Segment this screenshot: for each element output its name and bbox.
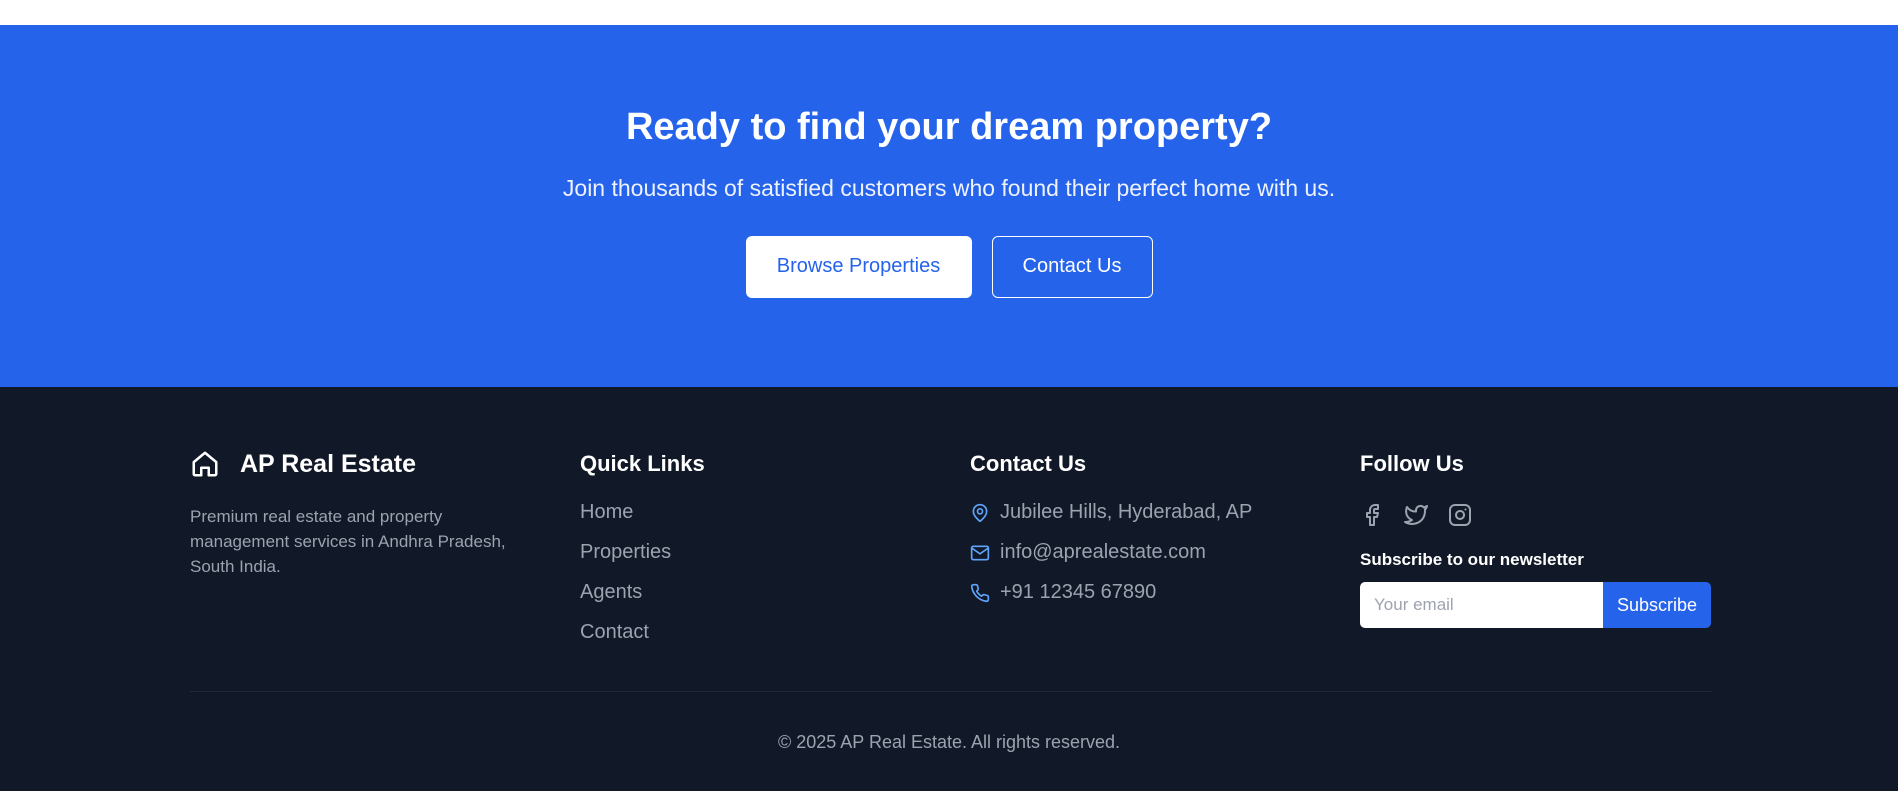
map-pin-icon xyxy=(970,501,1000,523)
footer: AP Real Estate Premium real estate and p… xyxy=(0,387,1898,791)
browse-properties-button[interactable]: Browse Properties xyxy=(745,235,972,298)
cta-buttons: Browse Properties Contact Us xyxy=(745,235,1153,298)
follow-column: Follow Us Subscribe to our newsletter Yo… xyxy=(1360,449,1712,661)
home-icon xyxy=(190,449,230,479)
subscribe-button[interactable]: Subscribe xyxy=(1603,582,1711,628)
brand-description: Premium real estate and property managem… xyxy=(190,507,506,576)
link-agents[interactable]: Agents xyxy=(580,581,642,603)
link-contact[interactable]: Contact xyxy=(580,621,649,643)
newsletter-form: Subscribe xyxy=(1360,582,1712,628)
follow-title: Follow Us xyxy=(1360,451,1464,476)
contact-title: Contact Us xyxy=(970,451,1087,476)
cta-title: Ready to find your dream property? xyxy=(625,106,1273,148)
newsletter-title: Subscribe to our newsletter xyxy=(1360,550,1584,569)
quick-link-item: Properties xyxy=(580,541,970,581)
quick-link-item: Contact xyxy=(580,621,970,661)
phone-text[interactable]: +91 12345 67890 xyxy=(1000,581,1156,604)
quick-links-title: Quick Links xyxy=(580,451,705,476)
quick-links-list: Home Properties Agents Contact xyxy=(580,501,970,661)
newsletter-email-input[interactable] xyxy=(1360,582,1603,628)
footer-divider xyxy=(190,691,1712,692)
contact-email: info@aprealestate.com xyxy=(970,541,1360,581)
quick-links-column: Quick Links Home Properties Agents Conta… xyxy=(580,449,970,661)
phone-icon xyxy=(970,581,1000,603)
address-text: Jubilee Hills, Hyderabad, AP xyxy=(1000,501,1253,523)
contact-us-button[interactable]: Contact Us xyxy=(991,235,1153,298)
instagram-icon[interactable] xyxy=(1448,503,1472,527)
twitter-icon[interactable] xyxy=(1404,503,1428,527)
cta-subtitle: Join thousands of satisfied customers wh… xyxy=(562,174,1336,201)
link-home[interactable]: Home xyxy=(580,501,633,523)
contact-list: Jubilee Hills, Hyderabad, AP info@apreal… xyxy=(970,501,1360,621)
link-properties[interactable]: Properties xyxy=(580,541,671,563)
top-strip xyxy=(0,0,1898,25)
cta-section: Ready to find your dream property? Join … xyxy=(0,25,1898,387)
facebook-icon[interactable] xyxy=(1360,503,1384,527)
quick-link-item: Home xyxy=(580,501,970,541)
contact-phone: +91 12345 67890 xyxy=(970,581,1360,621)
footer-brand-column: AP Real Estate Premium real estate and p… xyxy=(190,449,580,661)
email-text[interactable]: info@aprealestate.com xyxy=(1000,541,1206,564)
mail-icon xyxy=(970,541,1000,563)
footer-grid: AP Real Estate Premium real estate and p… xyxy=(190,449,1712,661)
contact-address: Jubilee Hills, Hyderabad, AP xyxy=(970,501,1360,541)
quick-link-item: Agents xyxy=(580,581,970,621)
copyright-text: © 2025 AP Real Estate. All rights reserv… xyxy=(777,732,1121,752)
footer-brand[interactable]: AP Real Estate xyxy=(190,449,580,479)
brand-name: AP Real Estate xyxy=(240,449,417,478)
social-links xyxy=(1360,502,1712,528)
contact-column: Contact Us Jubilee Hills, Hyderabad, AP xyxy=(970,449,1360,661)
